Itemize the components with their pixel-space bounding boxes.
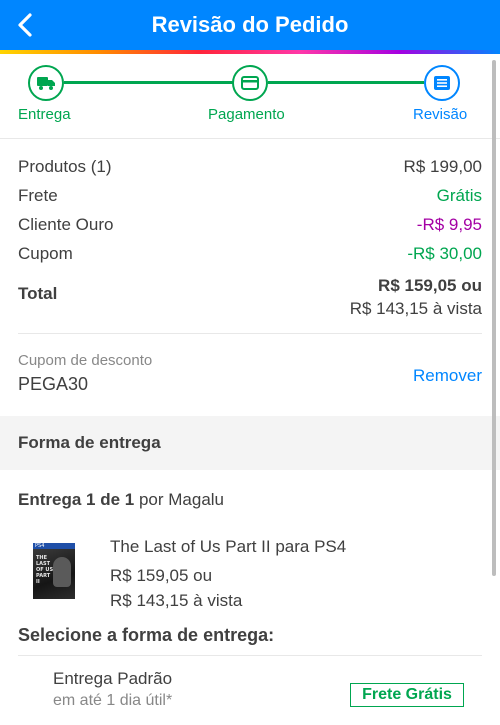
product-cash-price: R$ 143,15 à vista: [110, 591, 243, 610]
summary-coupon-row: Cupom -R$ 30,00: [18, 244, 482, 268]
step-label-pagamento: Pagamento: [208, 106, 285, 123]
total-value: R$ 159,05 ou R$ 143,15 à vista: [350, 274, 482, 320]
divider: [18, 333, 482, 334]
coupon-field-label: Cupom de desconto: [18, 352, 153, 369]
shipping-label: Frete: [18, 186, 58, 205]
step-revisao[interactable]: [424, 65, 460, 101]
product-name: The Last of Us Part II para PS4: [110, 537, 347, 556]
coupon-discount-value: -R$ 30,00: [407, 244, 482, 263]
delivery-section-title: Forma de entrega: [18, 433, 161, 452]
delivery-option-eta: em até 1 dia útil*: [53, 692, 173, 709]
gold-label: Cliente Ouro: [18, 215, 114, 234]
step-connector: [64, 81, 234, 84]
summary-products-row: Produtos (1) R$ 199,00: [18, 157, 482, 181]
remove-coupon-button[interactable]: Remover: [413, 366, 482, 386]
summary-gold-row: Cliente Ouro -R$ 9,95: [18, 215, 482, 239]
delivery-count-number: Entrega 1 de 1: [18, 490, 135, 509]
step-pagamento[interactable]: [232, 65, 268, 101]
cover-title: THE LAST OF US PART II: [36, 555, 54, 585]
top-bar: Revisão do Pedido: [0, 0, 500, 50]
delivery-option-name[interactable]: Entrega Padrão: [53, 669, 172, 689]
summary-shipping-row: Frete Grátis: [18, 186, 482, 210]
product-price: R$ 159,05 ou R$ 143,15 à vista: [110, 563, 242, 613]
total-label: Total: [18, 284, 58, 303]
checkout-stepper: Entrega Pagamento Revisão: [0, 54, 500, 138]
truck-icon: [37, 77, 55, 90]
list-icon: [434, 76, 450, 90]
total-cash: R$ 143,15 à vista: [349, 299, 482, 318]
cover-character: [53, 557, 71, 587]
scrollbar[interactable]: [492, 60, 496, 576]
product-image: PS4 THE LAST OF US PART II: [33, 543, 75, 599]
total-installment: R$ 159,05 ou: [378, 276, 482, 295]
products-label: Produtos (1): [18, 157, 112, 176]
products-value: R$ 199,00: [403, 157, 482, 176]
gold-discount-value: -R$ 9,95: [416, 215, 482, 234]
delivery-seller: por Magalu: [138, 490, 225, 509]
free-shipping-badge: Frete Grátis: [350, 683, 464, 707]
delivery-section-header: Forma de entrega: [0, 416, 500, 470]
coupon-code: PEGA30: [18, 374, 89, 394]
step-label-revisao: Revisão: [413, 106, 468, 123]
coupon-row-label: Cupom: [18, 244, 73, 263]
step-connector: [268, 81, 424, 84]
page-title: Revisão do Pedido: [151, 12, 349, 37]
card-icon: [241, 76, 259, 90]
divider: [18, 655, 482, 656]
product-installment-price: R$ 159,05 ou: [110, 566, 213, 585]
step-entrega[interactable]: [28, 65, 64, 101]
select-delivery-title: Selecione a forma de entrega:: [18, 625, 275, 645]
step-label-entrega: Entrega: [18, 106, 71, 123]
shipping-value: Grátis: [436, 186, 482, 205]
divider: [0, 138, 500, 139]
delivery-count: Entrega 1 de 1 por Magalu: [18, 490, 224, 510]
